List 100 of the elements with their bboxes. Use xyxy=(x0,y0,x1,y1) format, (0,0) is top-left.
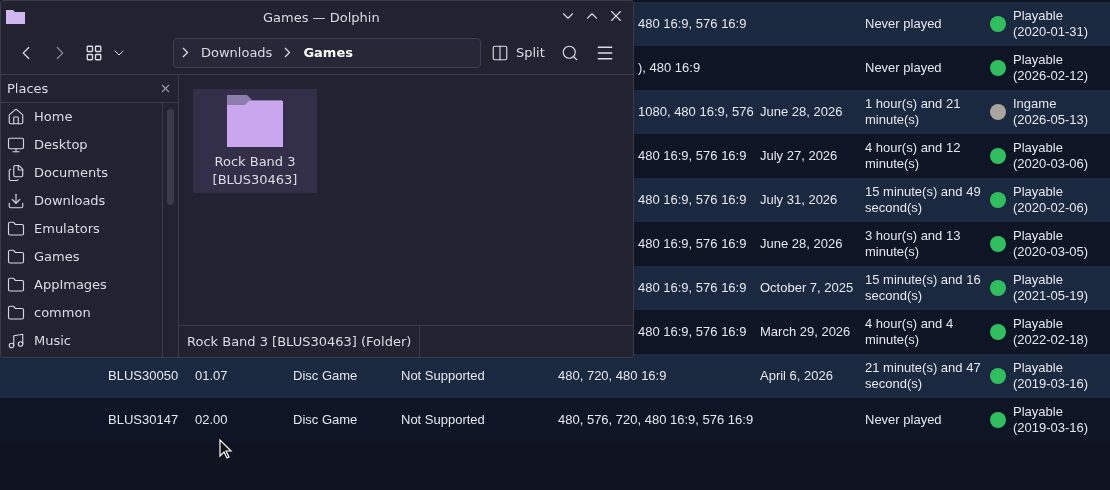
table-cell: March 29, 2026 xyxy=(760,324,851,340)
table-cell: 21 minute(s) and 47 second(s) xyxy=(865,360,982,392)
compat-status: Playable xyxy=(1013,272,1064,288)
place-item[interactable]: Desktop xyxy=(1,131,162,159)
chevron-icon xyxy=(182,47,189,58)
table-cell: July 31, 2026 xyxy=(760,192,838,208)
table-cell-text: 1 hour(s) and 21 minute(s) xyxy=(865,96,962,128)
place-item[interactable]: Music xyxy=(1,327,162,355)
compat-status: Playable xyxy=(1013,8,1064,24)
compat-status: Ingame xyxy=(1013,96,1058,112)
place-item[interactable]: Games xyxy=(1,243,162,271)
folder-icon xyxy=(7,248,25,266)
table-cell-text: Not Supported xyxy=(401,367,486,386)
breadcrumb-item[interactable]: Games xyxy=(303,42,353,63)
compat-status: Playable xyxy=(1013,316,1064,332)
mouse-cursor-icon xyxy=(219,439,233,459)
folder-icon xyxy=(6,8,25,24)
compat-date: (2019-03-16) xyxy=(1013,376,1089,392)
table-cell-text: Never played xyxy=(865,16,943,32)
place-item[interactable]: common xyxy=(1,299,162,327)
table-cell-text: Disc Game xyxy=(293,411,359,430)
compat-date: (2020-03-06) xyxy=(1013,156,1089,172)
place-item[interactable]: Downloads xyxy=(1,187,162,215)
table-cell-text: BLUS30050 xyxy=(108,367,180,386)
table-cell: April 6, 2026 xyxy=(760,368,833,384)
compat-date: (2019-03-16) xyxy=(1013,420,1089,436)
table-cell-text: 4 hour(s) and 4 minute(s) xyxy=(865,316,955,348)
compat-status: Playable xyxy=(1013,184,1064,200)
table-row[interactable]: ), 480 16:9 Never played Playable (2026-02-12) xyxy=(634,46,1110,90)
table-cell: 480 16:9, 576 16:9 xyxy=(638,236,747,252)
compat-date: (2020-03-05) xyxy=(1013,244,1089,260)
search-icon xyxy=(560,43,579,62)
compat-date: (2021-05-19) xyxy=(1013,288,1089,304)
table-cell-text: Not Supported xyxy=(401,411,486,430)
monitor-icon xyxy=(7,136,25,154)
split-button[interactable]: Split xyxy=(491,42,545,63)
table-cell: 480 16:9, 576 16:9 xyxy=(638,148,747,164)
table-cell-text: 4 hour(s) and 12 minute(s) xyxy=(865,140,962,172)
file-name: Rock Band 3 [BLUS30463] xyxy=(211,153,299,189)
table-cell-text: Disc Game xyxy=(293,367,359,386)
compat-status: Playable xyxy=(1013,228,1064,244)
folder-item[interactable]: Rock Band 3 [BLUS30463] xyxy=(193,89,317,193)
compat-status: Playable xyxy=(1013,360,1064,376)
table-cell: 15 minute(s) and 16 second(s) xyxy=(865,272,982,304)
grid-view-icon xyxy=(85,43,103,62)
table-cell: 480 16:9, 576 16:9 xyxy=(638,16,747,32)
close-icon xyxy=(159,82,172,95)
table-cell-text: BLUS30147 xyxy=(108,411,180,430)
music-icon xyxy=(7,332,25,350)
place-item[interactable]: Home xyxy=(1,103,162,131)
table-row[interactable]: 1080, 480 16:9, 576 June 28, 2026 1 hour(s) and 21 minute(s) Ingame (2026-05-13) xyxy=(634,90,1110,134)
compat-date: (2022-02-18) xyxy=(1013,332,1089,348)
table-row[interactable]: 480 16:9, 576 16:9 July 27, 2026 4 hour(s) and 12 minute(s) Playable (2020-03-06) xyxy=(634,134,1110,178)
breadcrumb-item[interactable]: Downloads xyxy=(201,42,273,63)
window-title: Games — Dolphin xyxy=(263,9,380,27)
table-row[interactable]: 480 16:9, 576 16:9 March 29, 2026 4 hour(s) and 4 minute(s) Playable (2022-02-18) xyxy=(634,310,1110,354)
compat-date: (2020-02-06) xyxy=(1013,200,1089,216)
compat-date: (2026-05-13) xyxy=(1013,112,1089,128)
documents-icon xyxy=(7,164,25,182)
panel-title: Places xyxy=(7,79,49,98)
table-row[interactable]: 480 16:9, 576 16:9 June 28, 2026 3 hour(s) and 13 minute(s) Playable (2020-03-05) xyxy=(634,222,1110,266)
table-cell: June 28, 2026 xyxy=(760,104,843,120)
table-row[interactable]: BLUS30050 01.07 Disc Game Not Supported 480, 720, 480 16:9 April 6, 2026 21 minute(s) and 47 second(s) Playable (2019-03-16) xyxy=(0,354,1110,398)
table-cell: ), 480 16:9 xyxy=(638,60,701,76)
compat-status: Playable xyxy=(1013,140,1064,156)
download-icon xyxy=(7,192,25,210)
compat-date: (2026-02-12) xyxy=(1013,68,1089,84)
table-cell-text: Never played xyxy=(865,60,943,76)
compat-date: (2020-01-31) xyxy=(1013,24,1089,40)
table-cell: July 27, 2026 xyxy=(760,148,838,164)
table-cell: 480, 720, 480 16:9 xyxy=(558,368,667,384)
table-cell-text: 3 hour(s) and 13 minute(s) xyxy=(865,228,962,260)
close-button[interactable] xyxy=(159,82,172,95)
split-view-icon xyxy=(491,43,509,62)
status-text: Rock Band 3 [BLUS30463] (Folder) xyxy=(179,326,421,357)
table-cell: October 7, 2025 xyxy=(760,280,854,296)
folder-icon xyxy=(226,95,284,147)
home-icon xyxy=(7,108,25,126)
table-row[interactable]: 480 16:9, 576 16:9 Never played Playable (2020-01-31) xyxy=(634,2,1110,46)
table-cell: 480 16:9, 576 16:9 xyxy=(638,280,747,296)
table-cell: 480, 576, 720, 480 16:9, 576 16:9 xyxy=(558,412,754,428)
folder-icon xyxy=(7,276,25,294)
table-row[interactable]: 480 16:9, 576 16:9 July 31, 2026 15 minute(s) and 49 second(s) Playable (2020-02-06) xyxy=(634,178,1110,222)
search-button[interactable] xyxy=(560,43,579,62)
chevron-icon xyxy=(284,47,292,58)
folder-icon xyxy=(7,304,25,322)
table-cell: 1080, 480 16:9, 576 xyxy=(638,104,754,120)
place-item[interactable]: Documents xyxy=(1,159,162,187)
table-row[interactable]: BLUS30147 02.00 Disc Game Not Supported 480, 576, 720, 480 16:9, 576 16:9 Never played Playable (2019-03-16) xyxy=(0,398,1110,442)
table-cell: June 28, 2026 xyxy=(760,236,843,252)
place-item[interactable]: AppImages xyxy=(1,271,162,299)
table-cell-text: 02.00 xyxy=(195,411,229,430)
table-cell: 480 16:9, 576 16:9 xyxy=(638,192,747,208)
place-item[interactable]: Emulators xyxy=(1,215,162,243)
table-cell: 480 16:9, 576 16:9 xyxy=(638,324,747,340)
compat-status: Playable xyxy=(1013,404,1064,420)
compat-status: Playable xyxy=(1013,52,1064,68)
folder-icon xyxy=(7,220,25,238)
table-cell-text: 01.07 xyxy=(195,367,229,386)
table-cell-text: Never played xyxy=(865,412,943,428)
